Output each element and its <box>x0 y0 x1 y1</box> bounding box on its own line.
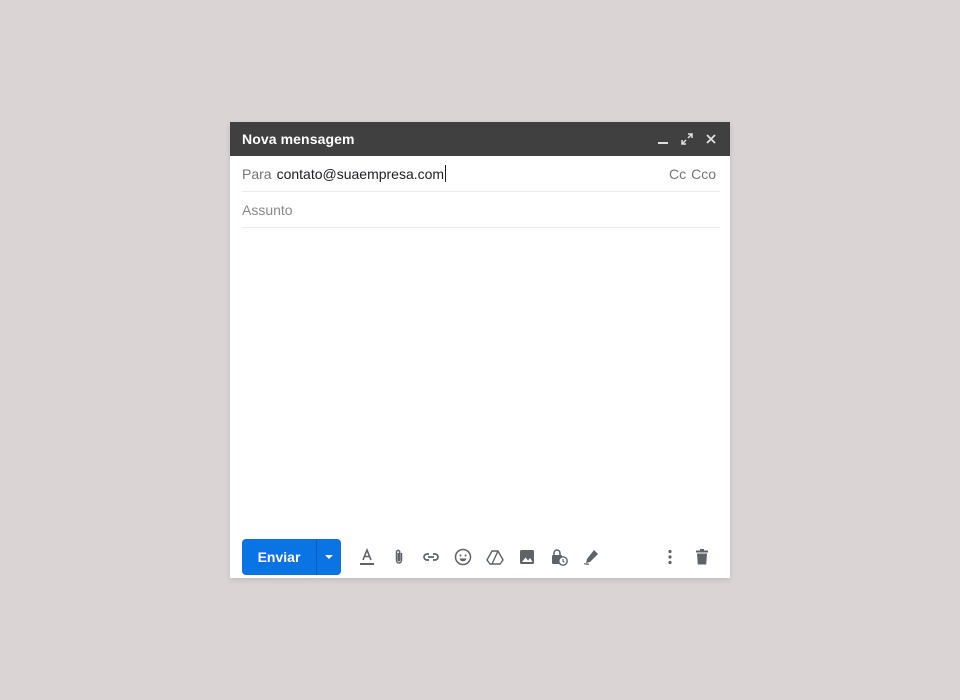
close-icon[interactable] <box>700 128 722 150</box>
compose-title: Nova mensagem <box>242 131 355 147</box>
expand-icon[interactable] <box>676 128 698 150</box>
emoji-icon[interactable] <box>447 541 479 573</box>
subject-input[interactable]: Assunto <box>242 202 293 218</box>
confidential-icon[interactable] <box>543 541 575 573</box>
to-input[interactable]: contato@suaempresa.com <box>277 166 445 182</box>
subject-field[interactable]: Assunto <box>242 192 720 228</box>
to-label: Para <box>242 165 272 182</box>
signature-icon[interactable] <box>575 541 607 573</box>
minimize-icon[interactable] <box>652 128 674 150</box>
schedule-send-dropdown[interactable] <box>316 539 341 575</box>
to-field[interactable]: Para contato@suaempresa.com Cc Cco <box>242 156 720 192</box>
link-icon[interactable] <box>415 541 447 573</box>
compose-window: Nova mensagem Para contato@suaempresa.co… <box>230 122 730 578</box>
bcc-link[interactable]: Cco <box>691 166 716 182</box>
chevron-down-icon <box>325 555 333 559</box>
drive-icon[interactable] <box>479 541 511 573</box>
image-icon[interactable] <box>511 541 543 573</box>
compose-titlebar[interactable]: Nova mensagem <box>230 122 730 156</box>
window-controls <box>652 128 722 150</box>
send-button[interactable]: Enviar <box>242 539 316 575</box>
compose-toolbar: Enviar <box>242 539 718 575</box>
more-options-icon[interactable] <box>654 541 686 573</box>
cc-bcc-links: Cc Cco <box>669 166 716 182</box>
message-body[interactable] <box>242 229 720 526</box>
text-cursor <box>445 165 447 182</box>
attach-icon[interactable] <box>383 541 415 573</box>
trash-icon[interactable] <box>686 541 718 573</box>
send-button-group: Enviar <box>242 539 341 575</box>
cc-link[interactable]: Cc <box>669 166 686 182</box>
text-format-icon[interactable] <box>351 541 383 573</box>
